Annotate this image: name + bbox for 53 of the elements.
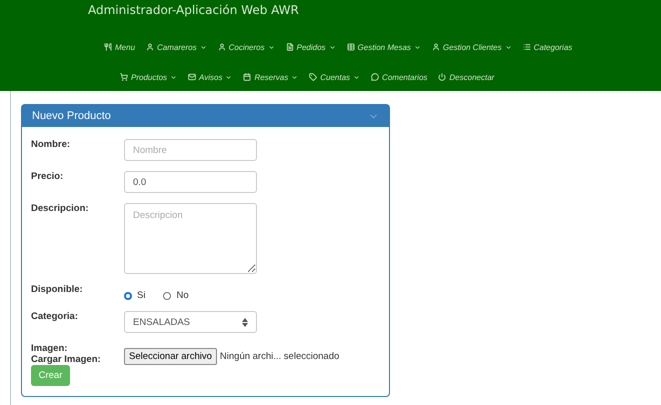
chat-icon [371, 73, 380, 81]
user-icon [432, 43, 440, 51]
field-label: Disponible: [31, 284, 84, 297]
table-icon [346, 43, 355, 51]
field-label: Descripcion: [31, 203, 90, 216]
caret-icon [414, 44, 421, 50]
nav-link[interactable]: Avisos [188, 72, 232, 82]
utensils-icon [104, 43, 112, 51]
site-title: Administrador-Aplicación Web AWR [88, 3, 300, 19]
caret-icon [200, 44, 207, 50]
field-label: Precio: [31, 171, 64, 184]
nav-link[interactable]: Menu [104, 42, 136, 52]
nav-link[interactable]: Comentarios [371, 72, 428, 82]
nav-link[interactable]: Gestion Mesas [346, 42, 421, 52]
radio-option[interactable]: No [163, 290, 189, 301]
user-icon [146, 43, 154, 51]
tag-icon [309, 73, 318, 81]
radio-option[interactable]: Si [124, 290, 146, 301]
calendar-icon [243, 73, 252, 81]
caret-icon [504, 44, 512, 50]
caret-icon [328, 44, 336, 50]
list-icon [522, 43, 531, 51]
nav-link[interactable]: Pedidos [286, 42, 336, 52]
choose-file-button[interactable]: Seleccionar archivo [124, 348, 217, 365]
field-label: Categoria: [31, 311, 79, 324]
power-icon [438, 73, 446, 81]
user-icon [218, 43, 226, 51]
nav-link[interactable]: Cuentas [309, 72, 360, 82]
field-label: Cargar Imagen: [31, 354, 102, 365]
nav-link[interactable]: Productos [120, 72, 178, 82]
caret-icon [353, 74, 360, 80]
category-select[interactable]: ENSALADAS [124, 311, 257, 333]
caret-icon [225, 74, 232, 80]
nav-link[interactable]: Desconectar [438, 72, 494, 82]
caret-icon [268, 44, 275, 50]
price-field[interactable]: 0.0 [124, 171, 257, 193]
nav-link[interactable]: Gestion Clientes [432, 42, 512, 52]
file-icon [286, 43, 294, 51]
caret-icon [291, 74, 298, 80]
nav-link[interactable]: Cocineros [218, 42, 275, 52]
nav-link[interactable]: Categorias [522, 42, 572, 52]
name-field[interactable]: Nombre [124, 139, 257, 161]
description-field[interactable]: Descripcion [124, 203, 257, 274]
cart-icon [120, 73, 128, 81]
mail-icon [188, 73, 196, 81]
file-status: Ningún archi... seleccionado [220, 351, 340, 362]
nav-link[interactable]: Reservas [243, 72, 298, 82]
nav-link[interactable]: Camareros [146, 42, 207, 52]
caret-icon [170, 74, 178, 80]
sort-icon [242, 318, 248, 326]
field-label: Imagen: [31, 343, 68, 354]
field-label: Nombre: [31, 139, 72, 152]
panel-title: Nuevo Producto [32, 110, 111, 122]
